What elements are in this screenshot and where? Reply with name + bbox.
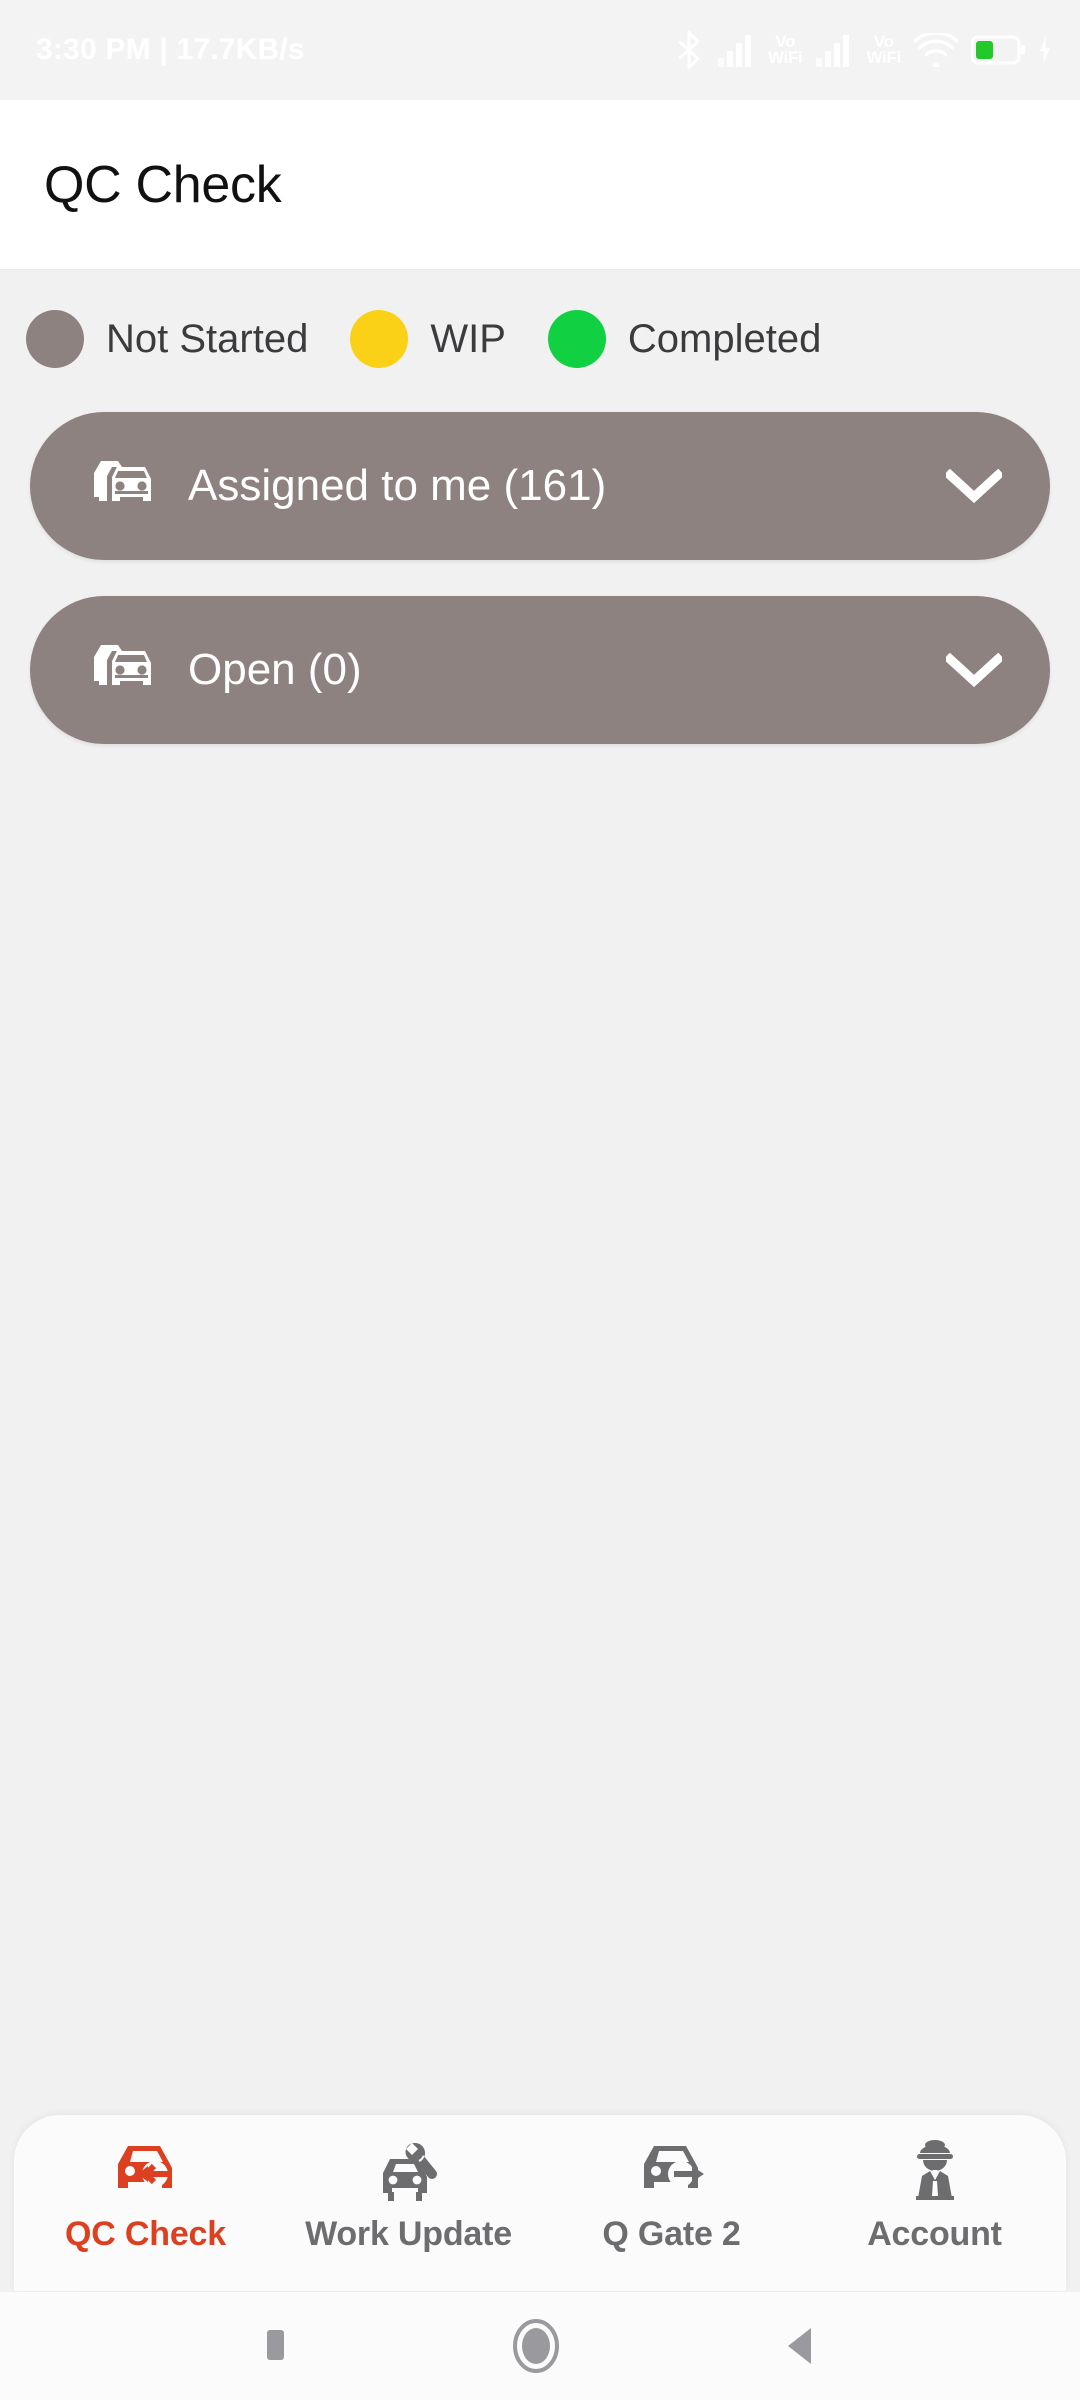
- content-empty-area: [0, 780, 1080, 2115]
- vowifi-bottom-text: WiFi: [767, 48, 803, 67]
- status-icons: Vo WiFi Vo WiFi: [674, 31, 1052, 69]
- nav-tab-work-update[interactable]: Work Update: [277, 2133, 540, 2254]
- group-label-open: Open (0): [188, 645, 362, 694]
- chauffeur-icon: [900, 2133, 970, 2207]
- charging-bolt-icon: [1038, 35, 1052, 65]
- signal-bars-2-icon: [815, 33, 853, 67]
- chevron-down-icon[interactable]: [946, 469, 1002, 503]
- chevron-down-icon[interactable]: [946, 653, 1002, 687]
- app-screen: 3:30 PM | 17.7KB/s Vo WiFi Vo WiFi QC Ch…: [0, 0, 1080, 2400]
- group-label-assigned-to-me: Assigned to me (161): [188, 461, 607, 510]
- nav-tab-qc-check[interactable]: QC Check: [14, 2133, 277, 2254]
- group-card-list: Assigned to me (161) Open (0): [0, 392, 1080, 780]
- car-arrow-left-icon: [108, 2133, 184, 2207]
- legend-label-not-started: Not Started: [106, 316, 309, 361]
- wip-dot-icon: [350, 310, 409, 368]
- wifi-icon: [914, 33, 958, 67]
- nav-label-account: Account: [867, 2215, 1002, 2253]
- car-front-icon: [88, 641, 154, 699]
- legend-label-wip: WIP: [430, 316, 506, 361]
- signal-bars-icon: [717, 33, 755, 67]
- battery-icon: [971, 35, 1025, 65]
- legend-label-completed: Completed: [627, 316, 822, 361]
- legend-item-not-started: Not Started: [26, 310, 308, 368]
- vowifi-label-1: Vo WiFi: [767, 33, 803, 67]
- status-time-and-network: 3:30 PM | 17.7KB/s: [36, 33, 305, 66]
- recents-square-icon[interactable]: [257, 2322, 293, 2370]
- legend-item-wip: WIP: [350, 310, 506, 368]
- car-wrench-icon: [371, 2133, 447, 2207]
- nav-tab-q-gate-2[interactable]: Q Gate 2: [540, 2133, 803, 2254]
- nav-tab-account[interactable]: Account: [803, 2133, 1066, 2254]
- home-circle-icon[interactable]: [508, 2318, 564, 2374]
- bottom-navigation-bar: QC Check Work Update Q Gate 2 Account: [14, 2115, 1066, 2291]
- group-card-open[interactable]: Open (0): [30, 596, 1050, 744]
- vowifi-label-2: Vo WiFi: [866, 33, 901, 67]
- car-front-icon: [88, 457, 154, 515]
- status-bar: 3:30 PM | 17.7KB/s Vo WiFi Vo WiFi: [0, 0, 1080, 100]
- bluetooth-icon: [674, 31, 704, 69]
- vowifi-bottom-text-2: WiFi: [866, 48, 901, 67]
- app-bar: QC Check: [0, 100, 1080, 270]
- status-legend: Not Started WIP Completed: [0, 270, 1080, 392]
- nav-label-qc-check: QC Check: [65, 2215, 226, 2253]
- nav-label-work-update: Work Update: [305, 2215, 512, 2253]
- back-triangle-icon[interactable]: [779, 2321, 823, 2371]
- completed-dot-icon: [547, 310, 606, 368]
- not-started-dot-icon: [26, 310, 84, 368]
- nav-label-q-gate-2: Q Gate 2: [602, 2215, 741, 2253]
- android-system-nav-bar: [0, 2292, 1080, 2400]
- group-card-assigned-to-me[interactable]: Assigned to me (161): [30, 412, 1050, 560]
- page-title: QC Check: [44, 155, 282, 214]
- car-arrow-right-icon: [634, 2133, 710, 2207]
- legend-item-completed: Completed: [547, 310, 822, 368]
